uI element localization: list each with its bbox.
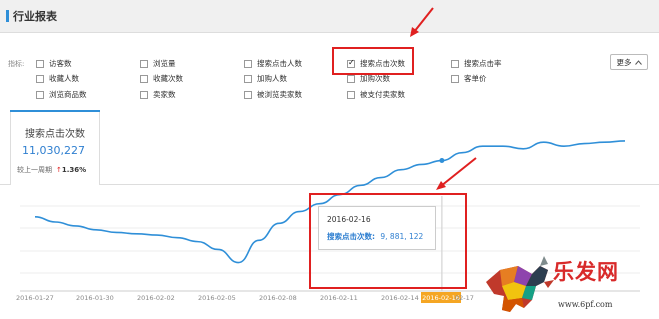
arrow-icon: [410, 7, 434, 37]
watermark-logo-text: 乐发网: [553, 259, 619, 284]
arrow-icon: [436, 157, 477, 190]
watermark-url: www.6pf.com: [558, 300, 613, 309]
